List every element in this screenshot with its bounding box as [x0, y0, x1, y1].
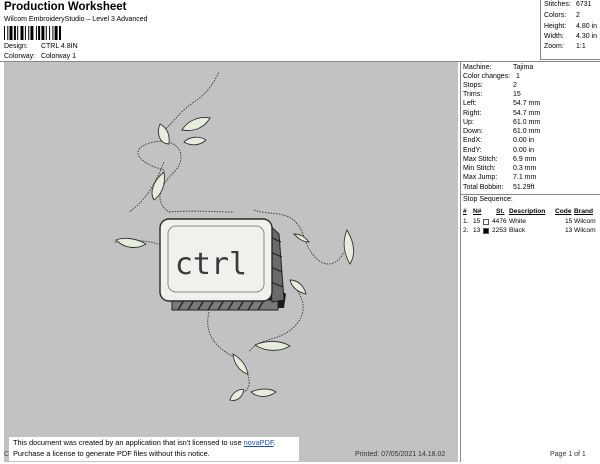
colorway-label: Colorway:	[4, 53, 36, 60]
header-stitches: St.	[496, 208, 505, 215]
stat-height: Height: 4.80 in	[544, 23, 598, 30]
info-endx: EndX: 0.00 in	[463, 137, 535, 144]
header-needle: N#	[473, 208, 482, 215]
design-preview: ctrl	[4, 62, 458, 462]
info-down: Down: 61.0 mm	[463, 128, 541, 135]
stop-sequence-header: # N# St. Description Code Brand	[463, 207, 599, 216]
design-row: Design: CTRL 4.8IN	[4, 43, 78, 50]
info-stops: Stops: 2	[463, 82, 517, 89]
ctrl-key-embroidery: ctrl	[113, 71, 354, 401]
header-num: #	[463, 208, 467, 215]
header-brand: Brand	[574, 208, 594, 215]
stop-row: 1. 15 4476 White 15 Wilcom	[463, 218, 596, 225]
stop-row: 2. 13 2253 Black 13 Wilcom	[463, 227, 596, 234]
info-right: Right: 54.7 mm	[463, 110, 541, 117]
stop-sequence-title: Stop Sequence:	[463, 196, 513, 203]
notice-line-2: Purchase a license to generate PDF files…	[13, 449, 210, 458]
info-machine: Machine: Tajima	[463, 64, 534, 71]
info-total-bobbin: Total Bobbin: 51.29ft	[463, 184, 535, 191]
stat-width: Width: 4.30 in	[544, 33, 598, 40]
colorway-value: Colorway 1	[40, 53, 76, 60]
info-trims: Trims: 15	[463, 91, 521, 98]
thread-color-swatch	[483, 227, 489, 234]
software-subtitle: Wilcom EmbroideryStudio – Level 3 Advanc…	[4, 16, 148, 23]
page-title: Production Worksheet	[4, 1, 127, 13]
info-max-stitch: Max Stitch: 6.9 mm	[463, 156, 537, 163]
ctrl-key: ctrl	[159, 218, 286, 311]
colorway-row: Colorway: Colorway 1	[4, 53, 76, 60]
key-label: ctrl	[175, 247, 247, 282]
stat-colors: Colors: 2	[544, 12, 580, 19]
printed-timestamp: Printed: 07/05/2021 14.18.02	[355, 451, 446, 458]
notice-line-1-end: .	[273, 438, 276, 447]
notice-line-1: This document was created by an applicat…	[13, 438, 244, 447]
info-color-changes: Color changes: 1	[463, 73, 520, 80]
stat-zoom: Zoom: 1:1	[544, 43, 586, 50]
info-up: Up: 61.0 mm	[463, 119, 541, 126]
stop-sequence-divider	[461, 194, 600, 195]
stat-stitches: Stitches: 6731	[544, 1, 592, 8]
info-left: Left: 54.7 mm	[463, 100, 541, 107]
barcode	[4, 26, 61, 40]
design-label: Design:	[4, 43, 28, 50]
machine-info-panel: Machine: Tajima Color changes: 1 Stops: 2 T…	[460, 62, 600, 462]
design-value: CTRL 4.8IN	[40, 43, 78, 50]
page-number: Page 1 of 1	[550, 451, 586, 458]
novapdf-link[interactable]: novaPDF	[244, 438, 274, 447]
info-endy: EndY: 0.00 in	[463, 147, 535, 154]
stats-box: Stitches: 6731 Colors: 2 Height: 4.80 in Wi…	[540, 0, 600, 60]
thread-color-swatch	[483, 218, 489, 225]
header-code: Code	[555, 208, 572, 215]
header-description: Description	[509, 208, 546, 215]
license-notice: This document was created by an applicat…	[9, 437, 299, 461]
info-max-jump: Max Jump: 7.1 mm	[463, 174, 537, 181]
info-min-stitch: Min Stitch: 0.3 mm	[463, 165, 537, 172]
